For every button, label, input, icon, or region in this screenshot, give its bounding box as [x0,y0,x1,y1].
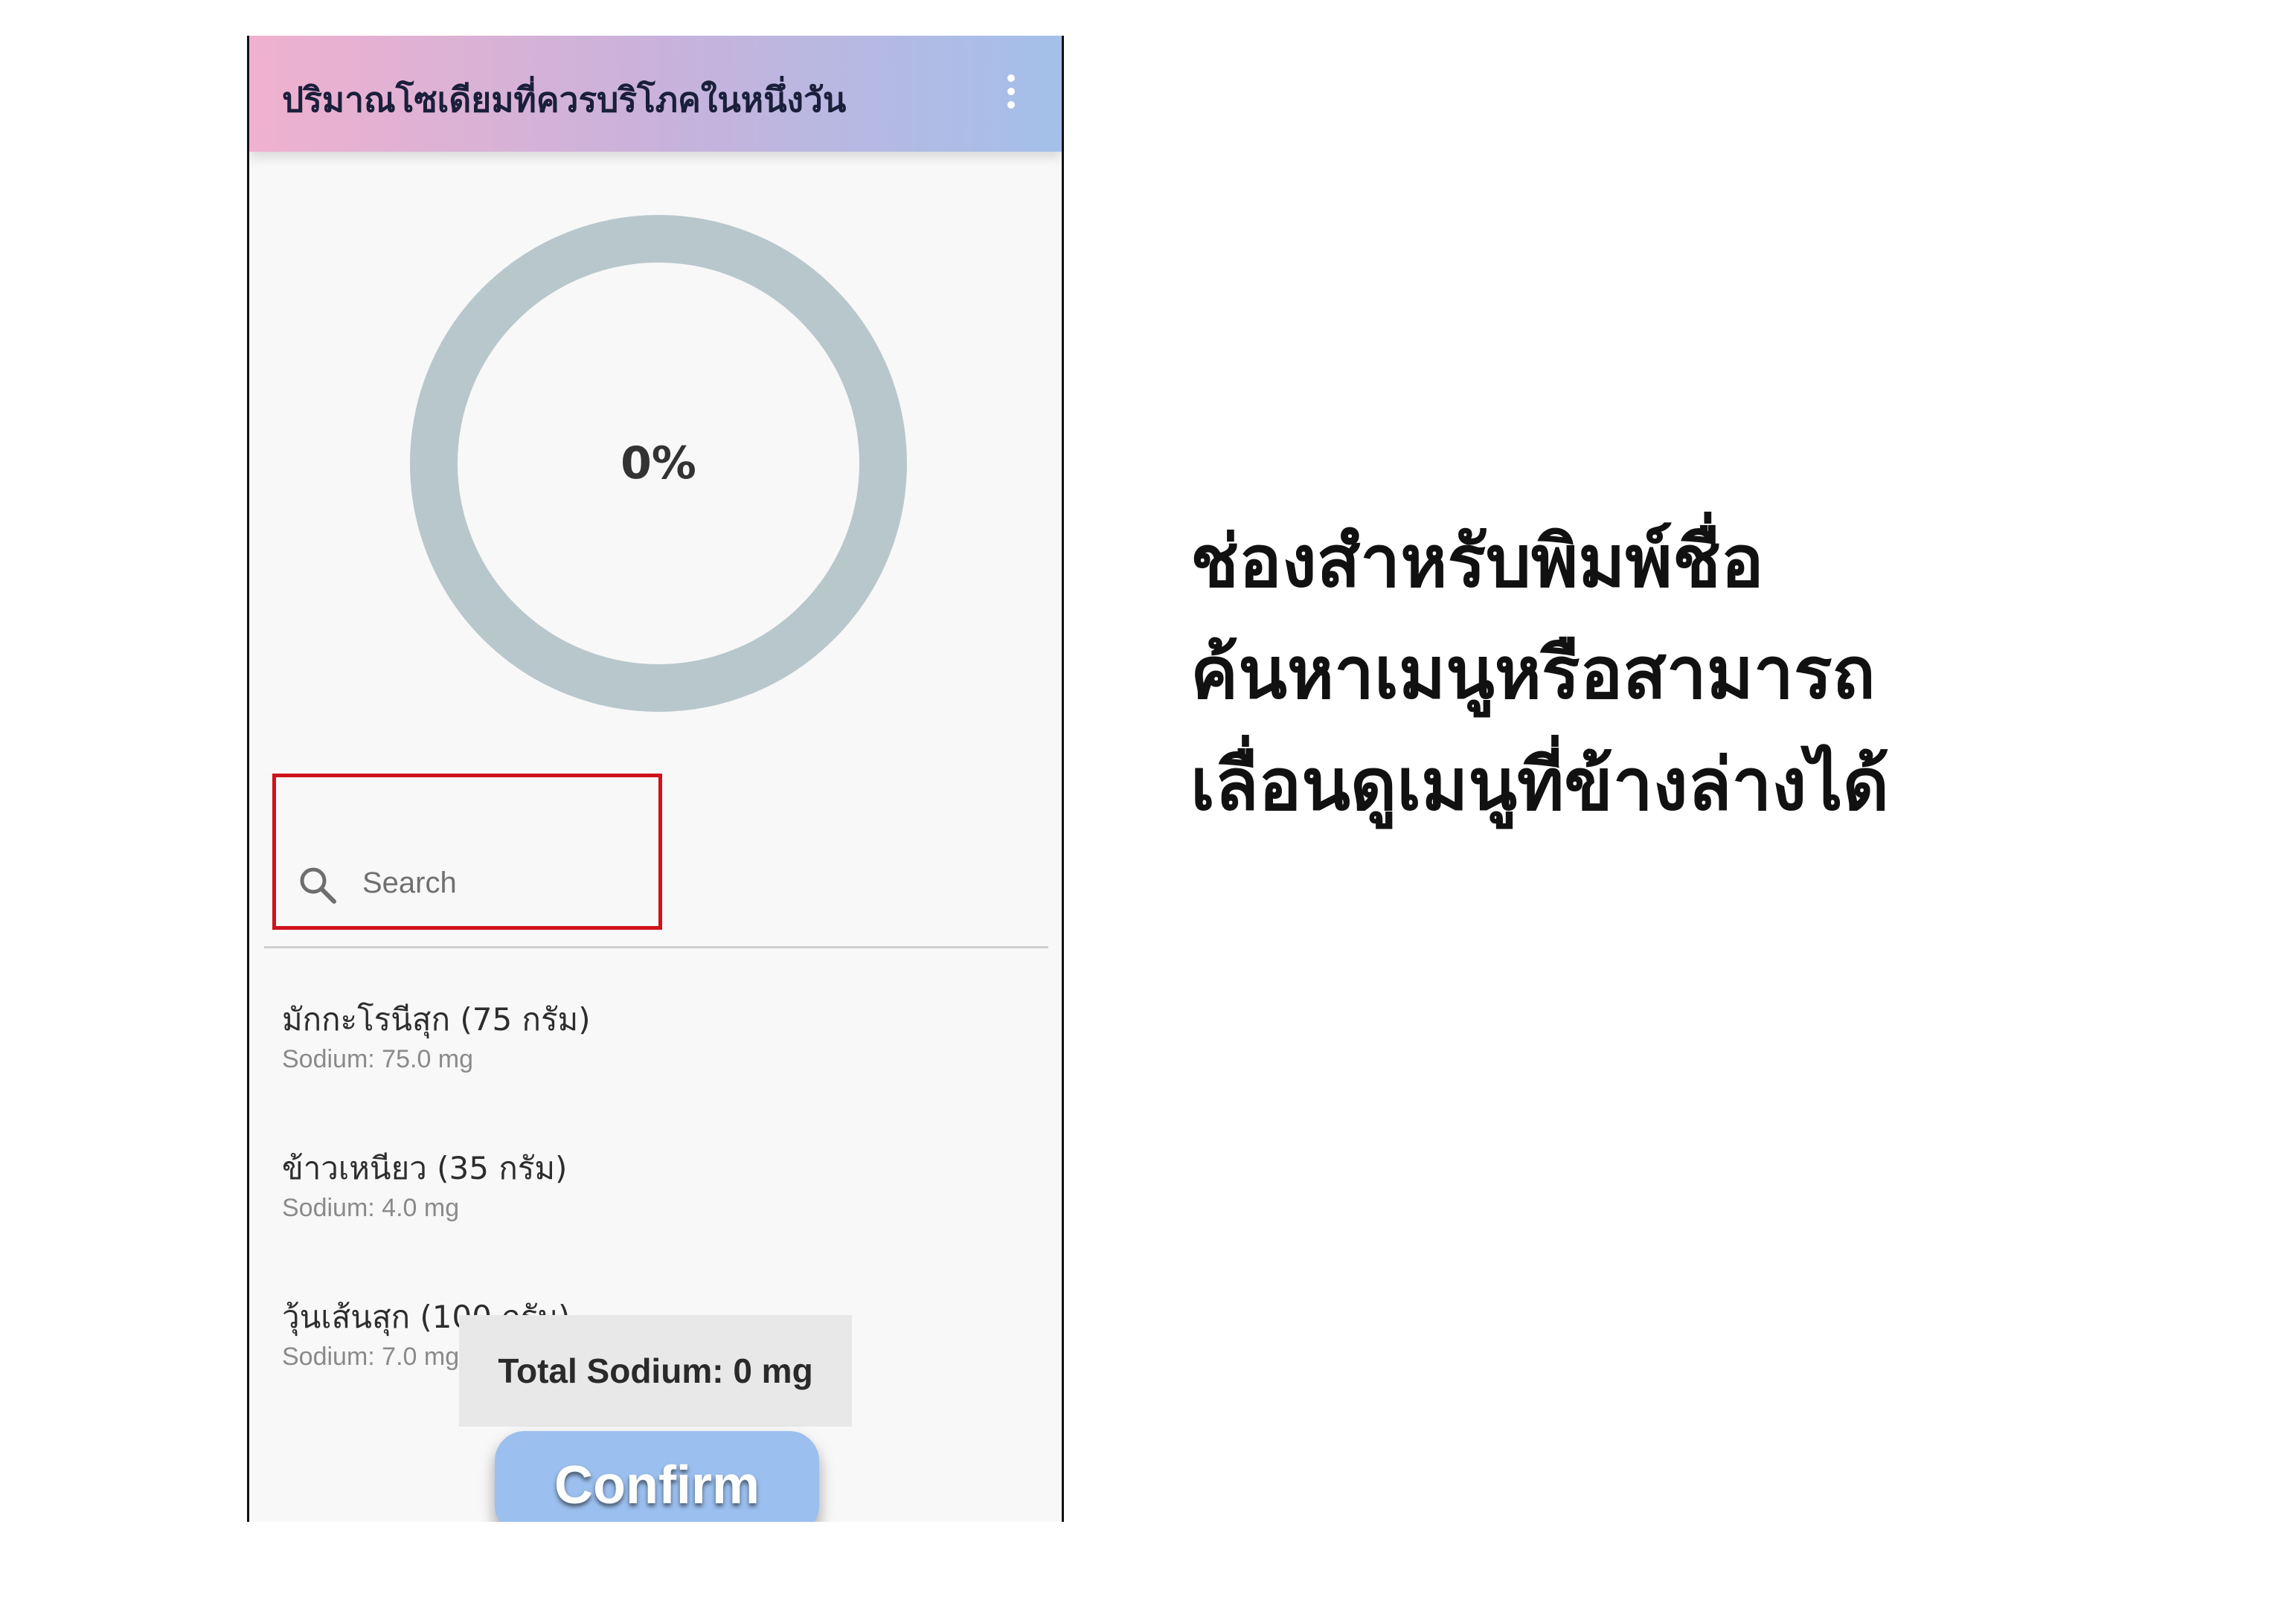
search-bar[interactable] [264,817,1048,948]
search-input[interactable] [361,860,959,906]
search-icon [300,867,336,904]
progress-percent: 0% [621,437,696,489]
food-name: ข้าวเหนียว (35 กรัม) [282,1150,568,1186]
list-item[interactable]: มักกะโรนีสุก (75 กรัม) Sodium: 75.0 mg [249,952,1062,1101]
confirm-button[interactable]: Confirm [495,1431,819,1522]
annotation-line: เลื่อนดูเมนูที่ข้างล่างได้ [1190,743,1889,826]
food-sodium: Sodium: 75.0 mg [282,1045,474,1073]
total-sodium: Total Sodium: 0 mg [459,1315,852,1427]
more-vert-icon[interactable] [1007,74,1016,112]
food-sodium: Sodium: 4.0 mg [282,1194,460,1222]
annotation-text: ช่องสำหรับพิมพ์ชื่อ ค้นหาเมนูหรือสามารถ … [1190,506,2232,841]
app-title: ปริมาณโซเดียมที่ควรบริโภคในหนึ่งวัน [282,80,847,120]
list-item[interactable]: ข้าวเหนียว (35 กรัม) Sodium: 4.0 mg [249,1101,1062,1250]
phone-screen: ปริมาณโซเดียมที่ควรบริโภคในหนึ่งวัน 0% ม… [247,36,1064,1522]
app-bar: ปริมาณโซเดียมที่ควรบริโภคในหนึ่งวัน [249,36,1062,152]
annotation-line: ค้นหาเมนูหรือสามารถ [1190,631,1876,715]
annotation-line: ช่องสำหรับพิมพ์ชื่อ [1190,520,1764,603]
food-name: มักกะโรนีสุก (75 กรัม) [282,1001,591,1038]
